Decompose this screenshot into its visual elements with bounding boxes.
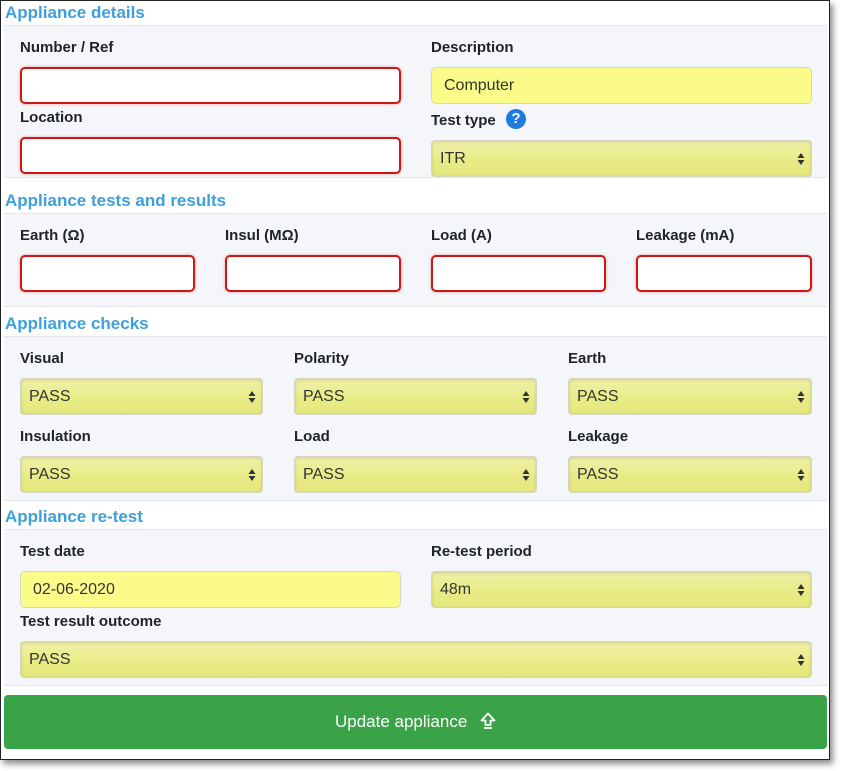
test-type-select[interactable]: ITR: [431, 140, 812, 177]
retest-panel: Test date 02-06-2020 Re-test period 48m …: [4, 529, 827, 686]
polarity-label: Polarity: [294, 350, 350, 367]
location-label: Location: [20, 109, 83, 126]
section-title-checks: Appliance checks: [5, 314, 149, 333]
leakage-check-select[interactable]: PASS: [568, 456, 812, 493]
test-date-label: Test date: [20, 543, 85, 560]
select-arrows-icon: [248, 391, 256, 403]
appliance-form: Appliance details Number / Ref Descripti…: [0, 0, 830, 760]
earth-check-value: PASS: [577, 388, 619, 405]
leakage-check-value: PASS: [577, 466, 619, 483]
help-icon[interactable]: ?: [506, 109, 526, 129]
leakage-test-label: Leakage (mA): [636, 227, 735, 244]
earth-test-input[interactable]: [20, 255, 195, 292]
load-check-label: Load: [294, 428, 330, 445]
visual-select[interactable]: PASS: [20, 378, 263, 415]
earth-check-label: Earth: [568, 350, 607, 367]
upload-arrow-icon: [480, 712, 496, 729]
retest-period-label: Re-test period: [431, 543, 532, 560]
insulation-select[interactable]: PASS: [20, 456, 263, 493]
test-type-label: Test type: [431, 112, 496, 129]
select-arrows-icon: [248, 469, 256, 481]
select-arrows-icon: [797, 153, 805, 165]
leakage-check-label: Leakage: [568, 428, 629, 445]
test-type-value: ITR: [440, 150, 466, 167]
earth-check-select[interactable]: PASS: [568, 378, 812, 415]
section-title-tests: Appliance tests and results: [5, 191, 227, 210]
details-panel: Number / Ref Description Computer Locati…: [4, 25, 827, 178]
select-arrows-icon: [797, 391, 805, 403]
test-outcome-select[interactable]: PASS: [20, 641, 812, 678]
insulation-label: Insulation: [20, 428, 91, 445]
select-arrows-icon: [797, 654, 805, 666]
test-outcome-value: PASS: [29, 651, 71, 668]
load-test-label: Load (A): [431, 227, 492, 244]
insulation-value: PASS: [29, 466, 71, 483]
select-arrows-icon: [797, 469, 805, 481]
load-test-input[interactable]: [431, 255, 606, 292]
earth-test-label: Earth (Ω): [20, 227, 85, 244]
section-title-retest: Appliance re-test: [5, 507, 143, 526]
leakage-test-input[interactable]: [636, 255, 812, 292]
number-ref-label: Number / Ref: [20, 39, 114, 56]
polarity-select[interactable]: PASS: [294, 378, 537, 415]
test-outcome-label: Test result outcome: [20, 613, 162, 630]
number-ref-input[interactable]: [20, 67, 401, 104]
load-check-value: PASS: [303, 466, 345, 483]
description-input[interactable]: Computer: [431, 67, 812, 104]
section-title-details: Appliance details: [5, 3, 145, 22]
insul-test-label: Insul (MΩ): [225, 227, 299, 244]
select-arrows-icon: [797, 584, 805, 596]
description-label: Description: [431, 39, 514, 56]
retest-period-value: 48m: [440, 581, 472, 598]
visual-value: PASS: [29, 388, 71, 405]
update-appliance-button[interactable]: Update appliance: [4, 695, 827, 749]
location-input[interactable]: [20, 137, 401, 174]
polarity-value: PASS: [303, 388, 345, 405]
select-arrows-icon: [522, 469, 530, 481]
update-appliance-label: Update appliance: [334, 712, 468, 731]
retest-period-select[interactable]: 48m: [431, 571, 812, 608]
load-check-select[interactable]: PASS: [294, 456, 537, 493]
checks-panel: Visual PASS Polarity PASS Earth PASS Ins…: [4, 336, 827, 501]
select-arrows-icon: [522, 391, 530, 403]
tests-panel: Earth (Ω) Insul (MΩ) Load (A) Leakage (m…: [4, 213, 827, 307]
insul-test-input[interactable]: [225, 255, 401, 292]
visual-label: Visual: [20, 350, 64, 367]
test-date-input[interactable]: 02-06-2020: [20, 571, 401, 608]
